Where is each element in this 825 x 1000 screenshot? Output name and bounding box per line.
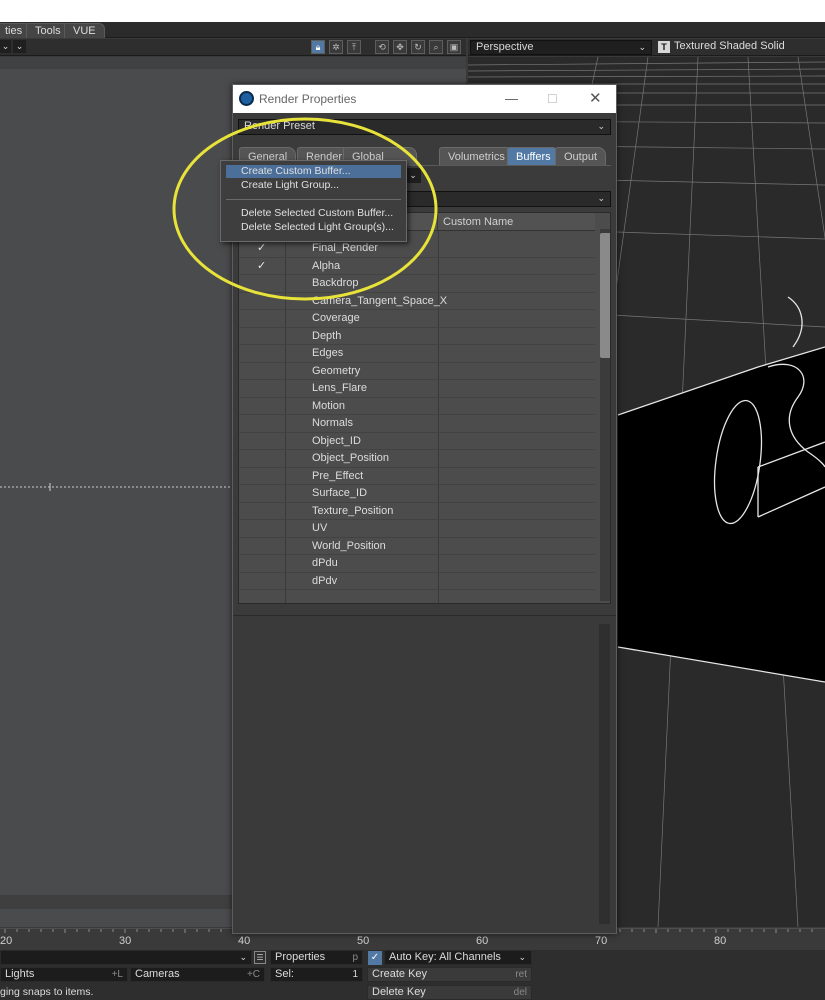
timeline-tick-label: 20 (0, 935, 13, 947)
selection-count: Sel: 1 (270, 967, 363, 982)
rotate-icon[interactable]: ⟲ (375, 40, 389, 54)
buffer-name: Pre_Effect (312, 469, 364, 482)
buffer-name: Depth (312, 329, 342, 342)
autokey-select[interactable]: Auto Key: All Channels ⌄ (384, 950, 532, 965)
export-icon[interactable]: ⤒ (347, 40, 361, 54)
lightwave-logo-icon (239, 91, 254, 106)
chevron-down-icon: ⌄ (518, 952, 526, 962)
item-select[interactable]: ⌄ (0, 950, 252, 965)
table-row[interactable]: UV (239, 520, 595, 538)
view-select-chevron-icon[interactable]: ⌄ (13, 40, 26, 53)
minimize-icon[interactable]: — (505, 85, 518, 113)
lights-button[interactable]: Lights +L (0, 967, 128, 982)
tab-buffers[interactable]: Buffers (507, 147, 560, 165)
buffer-name: Normals (312, 417, 353, 429)
dialog-title-bar[interactable]: Render Properties — ☐ ✕ (233, 85, 616, 113)
buffer-name: Object_Position (312, 452, 390, 464)
table-row[interactable]: dPdu (239, 555, 595, 573)
table-row[interactable]: World_Position (239, 538, 595, 555)
shading-mode-select[interactable]: Textured Shaded Solid (674, 40, 785, 52)
buffer-name: dPdv (312, 574, 338, 587)
viewport-mode-chevron-icon[interactable]: ⌄ (0, 40, 11, 53)
dialog-title: Render Properties (259, 92, 357, 106)
item-list-icon[interactable]: ☰ (254, 951, 266, 964)
right-viewport-toolbar: Perspective ⌄ T Textured Shaded Solid (468, 39, 825, 56)
chevron-down-icon: ⌄ (597, 121, 605, 131)
buffer-name: Object_ID (312, 434, 361, 447)
chevron-down-icon: ⌄ (638, 42, 646, 52)
timeline-tick-label: 30 (119, 935, 132, 947)
buffer-name: dPdu (312, 557, 338, 569)
zoom-icon[interactable]: ⌕ (429, 40, 443, 54)
menu-bar: ties Tools VUE (0, 22, 825, 38)
perspective-select[interactable]: Perspective ⌄ (470, 40, 652, 55)
table-row[interactable]: Texture_Position (239, 503, 595, 520)
table-row[interactable]: Object_ID (239, 433, 595, 450)
table-row[interactable]: Object_Position (239, 450, 595, 468)
buffer-name: Motion (312, 399, 346, 412)
timeline-tick-label: 80 (714, 935, 727, 947)
timeline-tick-label: 40 (238, 935, 251, 947)
table-row[interactable]: Pre_Effect (239, 468, 595, 485)
table-row[interactable]: Motion (239, 398, 595, 415)
buffer-name: Lens_Flare (312, 382, 368, 394)
buffer-options-panel (233, 615, 616, 933)
maximize-window-icon[interactable]: ☐ (547, 85, 558, 113)
buffer-name: Edges (312, 347, 344, 359)
autokey-checkbox[interactable]: ✓ (368, 951, 382, 965)
move-icon[interactable]: ✥ (393, 40, 407, 54)
table-row[interactable]: Normals (239, 415, 595, 433)
timeline-tick-label: 50 (357, 935, 370, 947)
maximize-icon[interactable]: ▣ (447, 40, 461, 54)
list-scrollbar-thumb[interactable] (600, 233, 610, 358)
timeline-tick-label: 70 (595, 935, 608, 947)
chevron-down-icon: ⌄ (239, 952, 247, 962)
properties-button[interactable]: Properties p (270, 950, 363, 965)
cameras-button[interactable]: Cameras +C (130, 967, 265, 982)
timeline-tick-label: 60 (476, 935, 489, 947)
lightwave-layout-window: ties Tools VUE ⌄ ⌄ 🔒︎ ✲ ⤒ ⟲ ✥ ↻ ⌕ ▣ Pers… (0, 0, 825, 1000)
create-key-button[interactable]: Create Key ret (367, 967, 532, 982)
menu-tab-vue[interactable]: VUE (64, 23, 105, 38)
options-scrollbar[interactable] (599, 624, 610, 924)
buffer-name: World_Position (312, 539, 386, 552)
buffer-name: Surface_ID (312, 487, 368, 499)
refresh-icon[interactable]: ↻ (411, 40, 425, 54)
delete-key-button[interactable]: Delete Key del (367, 985, 532, 1000)
close-icon[interactable]: ✕ (589, 85, 602, 113)
annotation-ellipse (172, 117, 438, 301)
col-custom-name-header[interactable]: Custom Name (438, 213, 595, 231)
top-margin (0, 0, 825, 22)
tab-output[interactable]: Output (555, 147, 607, 165)
buffer-name: Texture_Position (312, 504, 394, 517)
buffer-name: Geometry (312, 364, 361, 377)
table-row[interactable]: dPdv (239, 573, 595, 590)
bottom-control-bar: ⌄ ☰ Properties p ✓ Auto Key: All Channels… (0, 950, 825, 1000)
table-row[interactable]: Edges (239, 345, 595, 363)
buffer-name: Coverage (312, 312, 360, 324)
lock-icon[interactable]: 🔒︎ (311, 40, 325, 54)
chevron-down-icon: ⌄ (597, 193, 605, 203)
table-row[interactable]: Surface_ID (239, 485, 595, 503)
table-row[interactable]: Lens_Flare (239, 380, 595, 398)
tab-volumetrics[interactable]: Volumetrics (439, 147, 514, 165)
table-row[interactable]: Depth (239, 328, 595, 345)
buffer-name: UV (312, 522, 328, 534)
status-text: ging snaps to items. (0, 986, 94, 998)
table-row[interactable]: Geometry (239, 363, 595, 380)
table-row[interactable]: Coverage (239, 310, 595, 328)
shading-mode-icon: T (658, 41, 670, 53)
gear-icon[interactable]: ✲ (329, 40, 343, 54)
